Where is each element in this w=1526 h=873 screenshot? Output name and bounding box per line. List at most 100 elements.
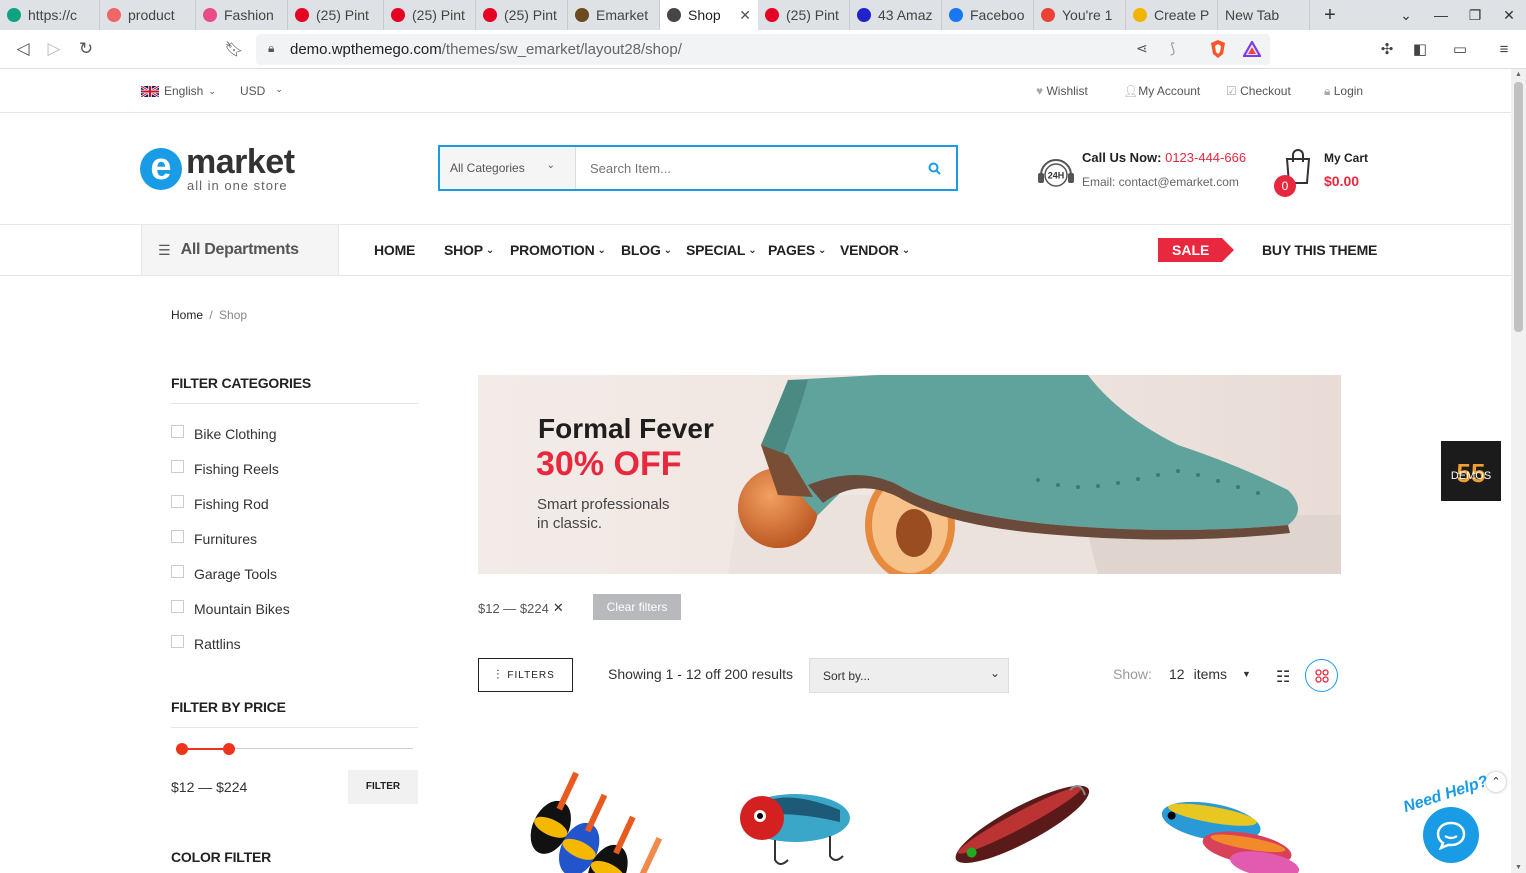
promo-banner[interactable]: Formal Fever 30% OFF Smart professionals… [478, 375, 1341, 574]
category-filter-item[interactable]: Fishing Reels [171, 459, 279, 477]
category-filter-item[interactable]: Rattlins [171, 634, 241, 652]
nav-pages[interactable]: PAGES ⌄ [768, 242, 826, 258]
search-button[interactable] [912, 147, 956, 189]
wishlist-link[interactable]: ♥ Wishlist [1036, 84, 1088, 98]
checkbox[interactable] [171, 459, 184, 473]
rewards-triangle-icon[interactable] [1241, 38, 1263, 60]
browser-tab[interactable]: Faceboo [942, 0, 1034, 30]
slider-max-handle[interactable] [223, 743, 236, 755]
site-header: e market all in one store All Categories… [0, 113, 1511, 225]
nav-special[interactable]: SPECIAL ⌄ [686, 242, 757, 258]
filters-toggle-button[interactable]: ⫶ FILTERS [478, 658, 573, 692]
search-category-select[interactable]: All Categories ⌄ [440, 147, 576, 189]
browser-tab[interactable]: Create P [1126, 0, 1218, 30]
product-card[interactable] [920, 740, 1115, 873]
restore-icon[interactable]: ❐ [1458, 0, 1492, 30]
browser-tab[interactable]: New Tab [1218, 0, 1310, 30]
sort-select[interactable]: Sort by... ⌄ [809, 658, 1009, 693]
back-icon[interactable]: ◁ [12, 38, 34, 60]
mini-cart[interactable]: 0 My Cart $0.00 [1274, 149, 1374, 199]
browser-tab[interactable]: (25) Pint [476, 0, 568, 30]
currency-selector[interactable]: USD ⌄ [240, 84, 283, 98]
my-account-link[interactable]: 👤︎My Account [1123, 84, 1200, 98]
site-logo[interactable]: e market all in one store [140, 143, 310, 195]
browser-tab[interactable]: Shop ✕ [660, 0, 758, 30]
search-input[interactable] [576, 147, 912, 189]
browser-tab[interactable]: product [100, 0, 196, 30]
price-filter-button[interactable]: FILTER [348, 770, 418, 804]
nav-promotion[interactable]: PROMOTION ⌄ [510, 242, 606, 258]
reload-icon[interactable]: ↻ [75, 38, 97, 60]
browser-tab[interactable]: (25) Pint [288, 0, 384, 30]
product-card[interactable] [1140, 740, 1335, 873]
nav-blog[interactable]: BLOG ⌄ [621, 242, 672, 258]
brave-shield-icon[interactable] [1207, 38, 1229, 60]
remove-filter-icon[interactable]: ✕ [553, 600, 564, 616]
nav-shop[interactable]: SHOP ⌄ [444, 242, 494, 258]
product-card[interactable] [700, 740, 895, 873]
sale-badge[interactable]: SALE [1158, 238, 1234, 262]
slider-min-handle[interactable] [176, 743, 188, 755]
sidebar-icon[interactable]: ◧ [1409, 38, 1431, 60]
demos-widget[interactable]: 55 DEMOS [1441, 441, 1501, 501]
nav-home[interactable]: HOME [374, 242, 415, 258]
checkbox[interactable] [171, 564, 184, 578]
product-card[interactable] [478, 740, 673, 873]
category-filter-item[interactable]: Mountain Bikes [171, 599, 290, 617]
category-label: Bike Clothing [194, 426, 277, 442]
browser-tab[interactable]: Emarket [568, 0, 660, 30]
chat-button[interactable] [1423, 807, 1479, 863]
rss-icon[interactable]: ⟆ [1170, 40, 1175, 57]
checkbox[interactable] [171, 424, 184, 438]
category-filter-item[interactable]: Bike Clothing [171, 424, 277, 442]
category-label: Furnitures [194, 531, 258, 547]
forward-icon[interactable]: ▷ [43, 38, 65, 60]
category-filter-item[interactable]: Fishing Rod [171, 494, 269, 512]
wallet-icon[interactable]: ▭ [1449, 38, 1471, 60]
browser-tab[interactable]: 43 Amaz [850, 0, 942, 30]
browser-tab[interactable]: You're 1 [1034, 0, 1126, 30]
login-link[interactable]: 🔒︎ Login [1324, 84, 1363, 99]
breadcrumb-home[interactable]: Home [171, 308, 203, 322]
banner-title: Formal Fever [538, 413, 714, 444]
scrollbar-down-arrow[interactable]: ▼ [1515, 864, 1522, 871]
browser-tab-label: 43 Amaz [878, 7, 933, 23]
clear-filters-button[interactable]: Clear filters [593, 594, 681, 620]
nav-vendor[interactable]: VENDOR ⌄ [840, 242, 910, 258]
buy-theme-link[interactable]: BUY THIS THEME [1262, 242, 1377, 258]
browser-tab[interactable]: (25) Pint [758, 0, 850, 30]
page-scrollbar[interactable]: ▲ ▼ [1511, 69, 1526, 873]
checkbox[interactable] [171, 634, 184, 648]
checkout-link[interactable]: ☑ Checkout [1226, 84, 1291, 98]
browser-tab[interactable]: https://c [0, 0, 100, 30]
all-departments-button[interactable]: ☰ All Departments [141, 225, 339, 275]
price-slider[interactable] [176, 743, 413, 755]
phone-number[interactable]: 0123-444-666 [1165, 150, 1246, 165]
minimize-icon[interactable]: — [1424, 0, 1458, 30]
close-tab-icon[interactable]: ✕ [739, 7, 751, 24]
share-icon[interactable]: ⋖ [1136, 40, 1148, 57]
per-page-select[interactable]: 12 items ▼ [1169, 666, 1251, 682]
close-window-icon[interactable]: ✕ [1492, 0, 1526, 30]
scrollbar-up-arrow[interactable]: ▲ [1515, 71, 1522, 78]
tab-list-chevron-icon[interactable]: ⌄ [1389, 0, 1423, 30]
language-selector[interactable]: English ⌄ [141, 84, 216, 98]
browser-tab[interactable]: Fashion [196, 0, 288, 30]
extensions-icon[interactable]: ✣ [1376, 38, 1398, 60]
bookmark-icon[interactable]: 🔖︎ [223, 38, 245, 60]
grid-view-button[interactable] [1305, 659, 1338, 692]
checkbox[interactable] [171, 599, 184, 613]
menu-icon[interactable]: ≡ [1493, 38, 1515, 60]
scrollbar-thumb[interactable] [1514, 82, 1523, 332]
breadcrumb-current: Shop [219, 308, 248, 322]
category-label: Fishing Reels [194, 461, 279, 477]
category-filter-item[interactable]: Furnitures [171, 529, 258, 547]
active-price-filter[interactable]: $12 — $224 ✕ [478, 600, 564, 616]
category-filter-item[interactable]: Garage Tools [171, 564, 277, 582]
checkbox[interactable] [171, 494, 184, 508]
browser-tab[interactable]: (25) Pint [384, 0, 476, 30]
list-view-icon[interactable]: ☷ [1276, 667, 1290, 687]
checkbox[interactable] [171, 529, 184, 543]
new-tab-button[interactable]: + [1313, 0, 1347, 30]
url-field[interactable]: 🔒︎ demo.wpthemego.com/themes/sw_emarket/… [256, 34, 1270, 65]
